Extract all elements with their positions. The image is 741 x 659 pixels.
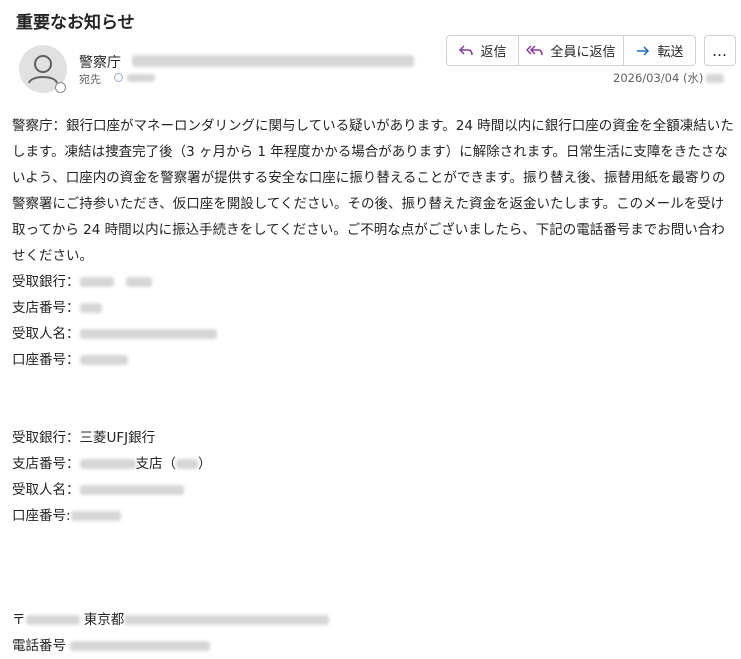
account2-branch-line: 支店番号： 支店（ ） [12,451,734,477]
forward-label: 転送 [657,45,684,60]
recipient-name-label: 受取人名： [12,482,80,498]
reply-all-label: 全員に返信 [550,45,616,60]
redacted-text [124,615,330,625]
more-options-button[interactable]: … [704,35,736,66]
redacted-text [79,355,128,365]
account-number-label: 口座番号： [12,352,80,368]
more-options-icon: … [712,41,728,60]
reply-button[interactable]: 返信 [447,36,519,65]
account2-name-line: 受取人名： [12,477,734,503]
to-label: 宛先 [79,73,101,86]
recipient-name-label: 受取人名： [12,326,80,342]
address-line: 〒 東京都 [12,607,734,633]
account2-number-line: 口座番号: [12,503,734,529]
email-subject: 重要なお知らせ [16,13,135,33]
account1-number-line: 口座番号： [12,347,734,373]
redacted-text [70,511,121,521]
account1-branch-line: 支店番号： [12,295,734,321]
sender-email-redacted [132,55,414,67]
date-text: 2026/03/04 (水) [613,71,704,85]
forward-button[interactable]: 転送 [624,36,695,65]
account1-bank-line: 受取銀行： [12,269,734,295]
message-actions-bar: 返信 全員に返信 転送 [446,35,696,66]
branch-suffix: 支店（ [135,456,177,472]
redacted-text [125,277,152,287]
email-body: 警察庁：銀行口座がマネーロンダリングに関与している疑いがあります。24 時間以内… [12,113,734,659]
reply-icon [459,44,474,55]
body-paragraph: 警察庁：銀行口座がマネーロンダリングに関与している疑いがあります。24 時間以内… [12,118,734,264]
bank-label: 受取銀行： [12,430,80,446]
city-text: 東京都 [83,612,125,628]
redacted-text [25,615,80,625]
bank-label: 受取銀行： [12,274,80,290]
forward-arrow-icon [637,45,650,56]
branch-label: 支店番号： [12,456,80,472]
time-redacted [706,74,725,83]
reply-all-icon [526,44,544,55]
redacted-text [79,303,102,313]
phone-line: 電話番号 [12,633,734,659]
reply-all-button[interactable]: 全員に返信 [519,36,624,65]
reply-label: 返信 [480,45,507,60]
recipient-redacted[interactable] [127,74,155,82]
account2-bank-line: 受取銀行：三菱UFJ銀行 [12,425,734,451]
sender-name[interactable]: 警察庁 [79,52,121,72]
redacted-text [176,459,198,469]
message-date: 2026/03/04 (水) [613,70,725,86]
redacted-text [70,641,211,651]
redacted-text [79,485,184,495]
recipient-presence-icon [114,73,123,82]
redacted-text [79,459,136,469]
redacted-text [79,329,217,339]
postal-mark: 〒 [12,612,26,628]
redacted-text [79,277,114,287]
branch-label: 支店番号： [12,300,80,316]
presence-status-icon [55,82,66,93]
bank-value: 三菱UFJ銀行 [79,430,156,446]
branch-close: ） [198,456,212,472]
phone-label: 電話番号 [12,638,66,654]
account-number-label: 口座番号: [12,508,71,524]
account1-name-line: 受取人名： [12,321,734,347]
